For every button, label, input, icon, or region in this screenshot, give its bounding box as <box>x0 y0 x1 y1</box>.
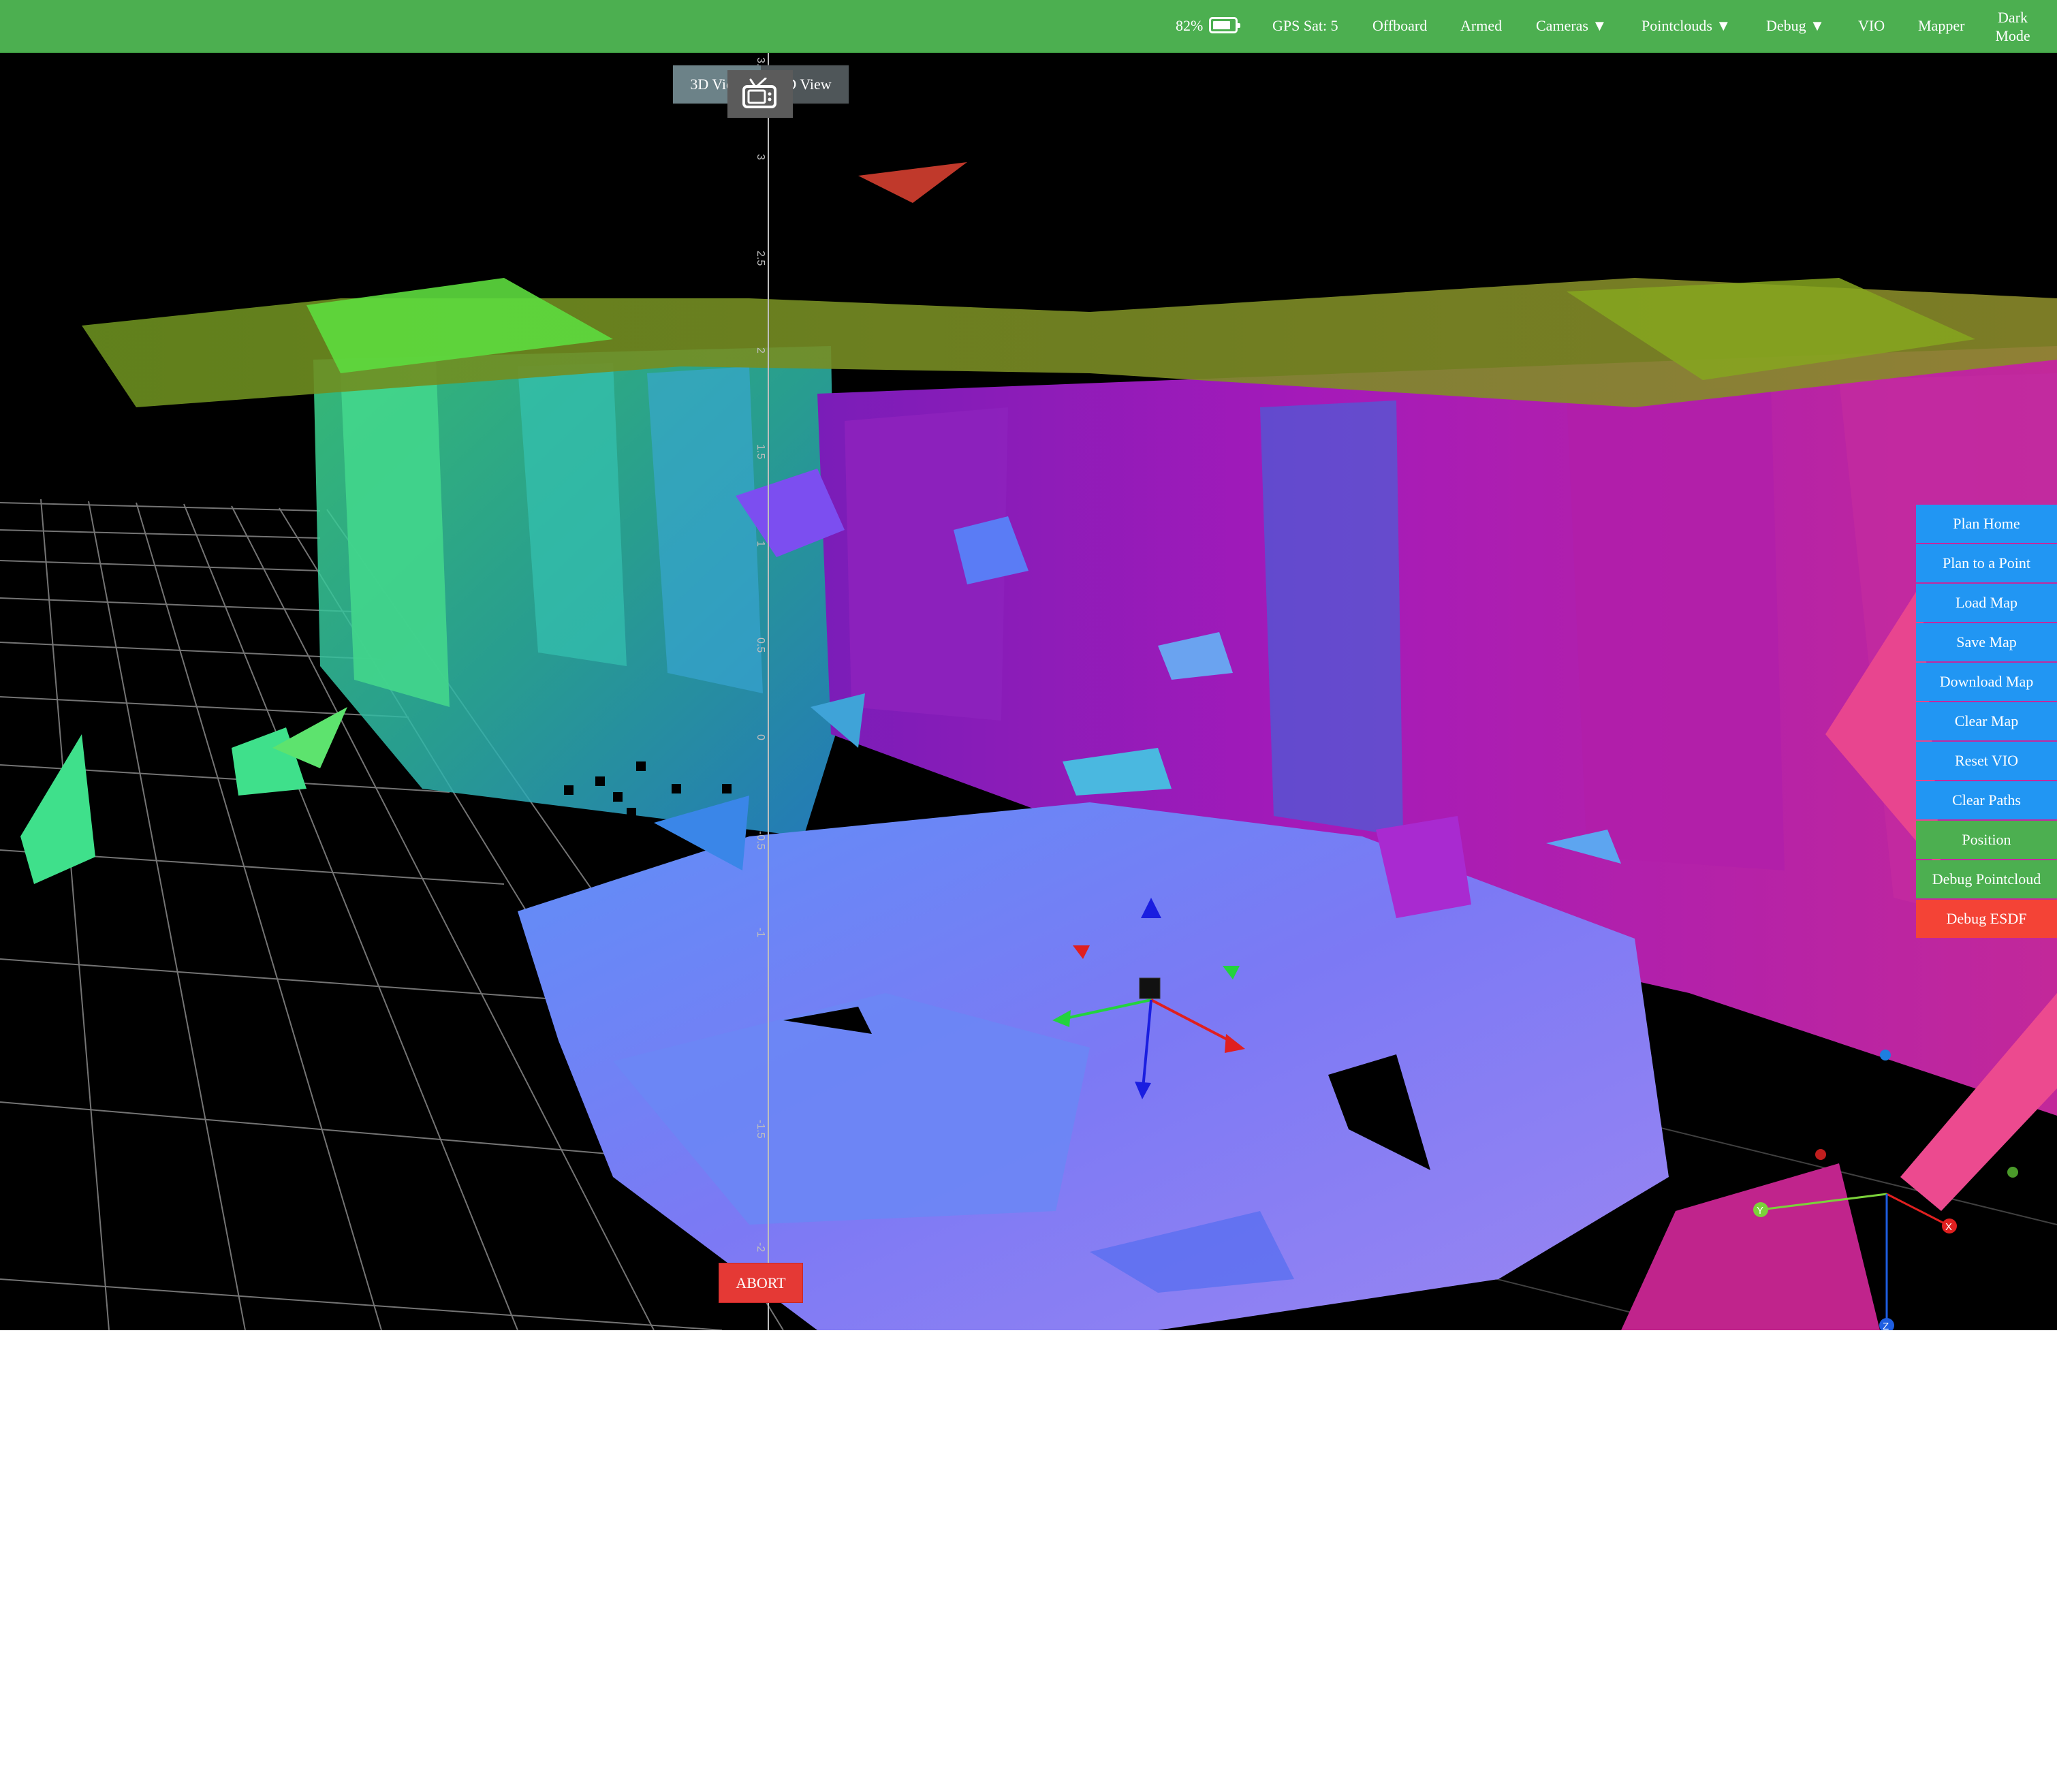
camera-view-button[interactable] <box>727 70 793 118</box>
battery-percentage: 82% <box>1176 17 1204 34</box>
axis-tick-label: -1.5 <box>755 1120 766 1139</box>
axis-tick-label: 1 <box>755 541 766 547</box>
axis-tick-label: -2 <box>755 1242 766 1252</box>
plan-to-a-point-button[interactable]: Plan to a Point <box>1916 544 2057 582</box>
axis-tick-label: 2.5 <box>755 251 766 266</box>
mapper-button[interactable]: Mapper <box>1918 0 1964 52</box>
gizmo-x-label: X <box>1945 1221 1952 1233</box>
axis-tick-label: 2 <box>755 347 766 353</box>
axis-tick-label: 3 <box>755 154 766 160</box>
pointclouds-dropdown[interactable]: Pointclouds ▼ <box>1642 0 1731 52</box>
dark-mode-toggle[interactable]: Dark Mode <box>1989 8 2037 45</box>
load-map-button[interactable]: Load Map <box>1916 584 2057 622</box>
3d-map-viewport[interactable]: 3.532.521.510.50-0.5-1-1.5-2 Y <box>0 53 2057 1330</box>
left-wall-mesh <box>20 346 838 884</box>
action-button-panel: Plan Home Plan to a Point Load Map Save Map… <box>1916 505 2057 939</box>
debug-dropdown[interactable]: Debug ▼ <box>1766 0 1825 52</box>
position-button[interactable]: Position <box>1916 821 2057 859</box>
axis-tick-label: 0 <box>755 734 766 740</box>
clear-paths-button[interactable]: Clear Paths <box>1916 781 2057 819</box>
top-navbar: 82% GPS Sat: 5 Offboard Armed Cameras ▼ … <box>0 0 2057 53</box>
cameras-dropdown[interactable]: Cameras ▼ <box>1536 0 1607 52</box>
gizmo-z-label: Z <box>1883 1321 1889 1330</box>
axis-tick-label: 1.5 <box>755 444 766 459</box>
download-map-button[interactable]: Download Map <box>1916 663 2057 701</box>
gps-satellites-status: GPS Sat: 5 <box>1272 17 1338 34</box>
offboard-button[interactable]: Offboard <box>1372 0 1427 52</box>
debug-esdf-button[interactable]: Debug ESDF <box>1916 900 2057 938</box>
battery-icon <box>1209 17 1240 33</box>
reset-vio-button[interactable]: Reset VIO <box>1916 742 2057 780</box>
ceiling-mesh <box>82 162 2057 407</box>
axis-tick-label: -1 <box>755 928 766 937</box>
plan-home-button[interactable]: Plan Home <box>1916 505 2057 543</box>
save-map-button[interactable]: Save Map <box>1916 623 2057 661</box>
esdf-mesh-scene[interactable]: 3.532.521.510.50-0.5-1-1.5-2 Y <box>0 53 2057 1330</box>
axis-tick-label: 0.5 <box>755 638 766 653</box>
abort-button[interactable]: ABORT <box>719 1263 803 1303</box>
axis-tick-label: -0.5 <box>755 831 766 850</box>
debug-pointcloud-button[interactable]: Debug Pointcloud <box>1916 860 2057 898</box>
gizmo-y-label: Y <box>1757 1205 1763 1216</box>
vio-button[interactable]: VIO <box>1858 0 1885 52</box>
armed-button[interactable]: Armed <box>1460 0 1502 52</box>
tv-icon <box>742 78 776 108</box>
clear-map-button[interactable]: Clear Map <box>1916 702 2057 740</box>
